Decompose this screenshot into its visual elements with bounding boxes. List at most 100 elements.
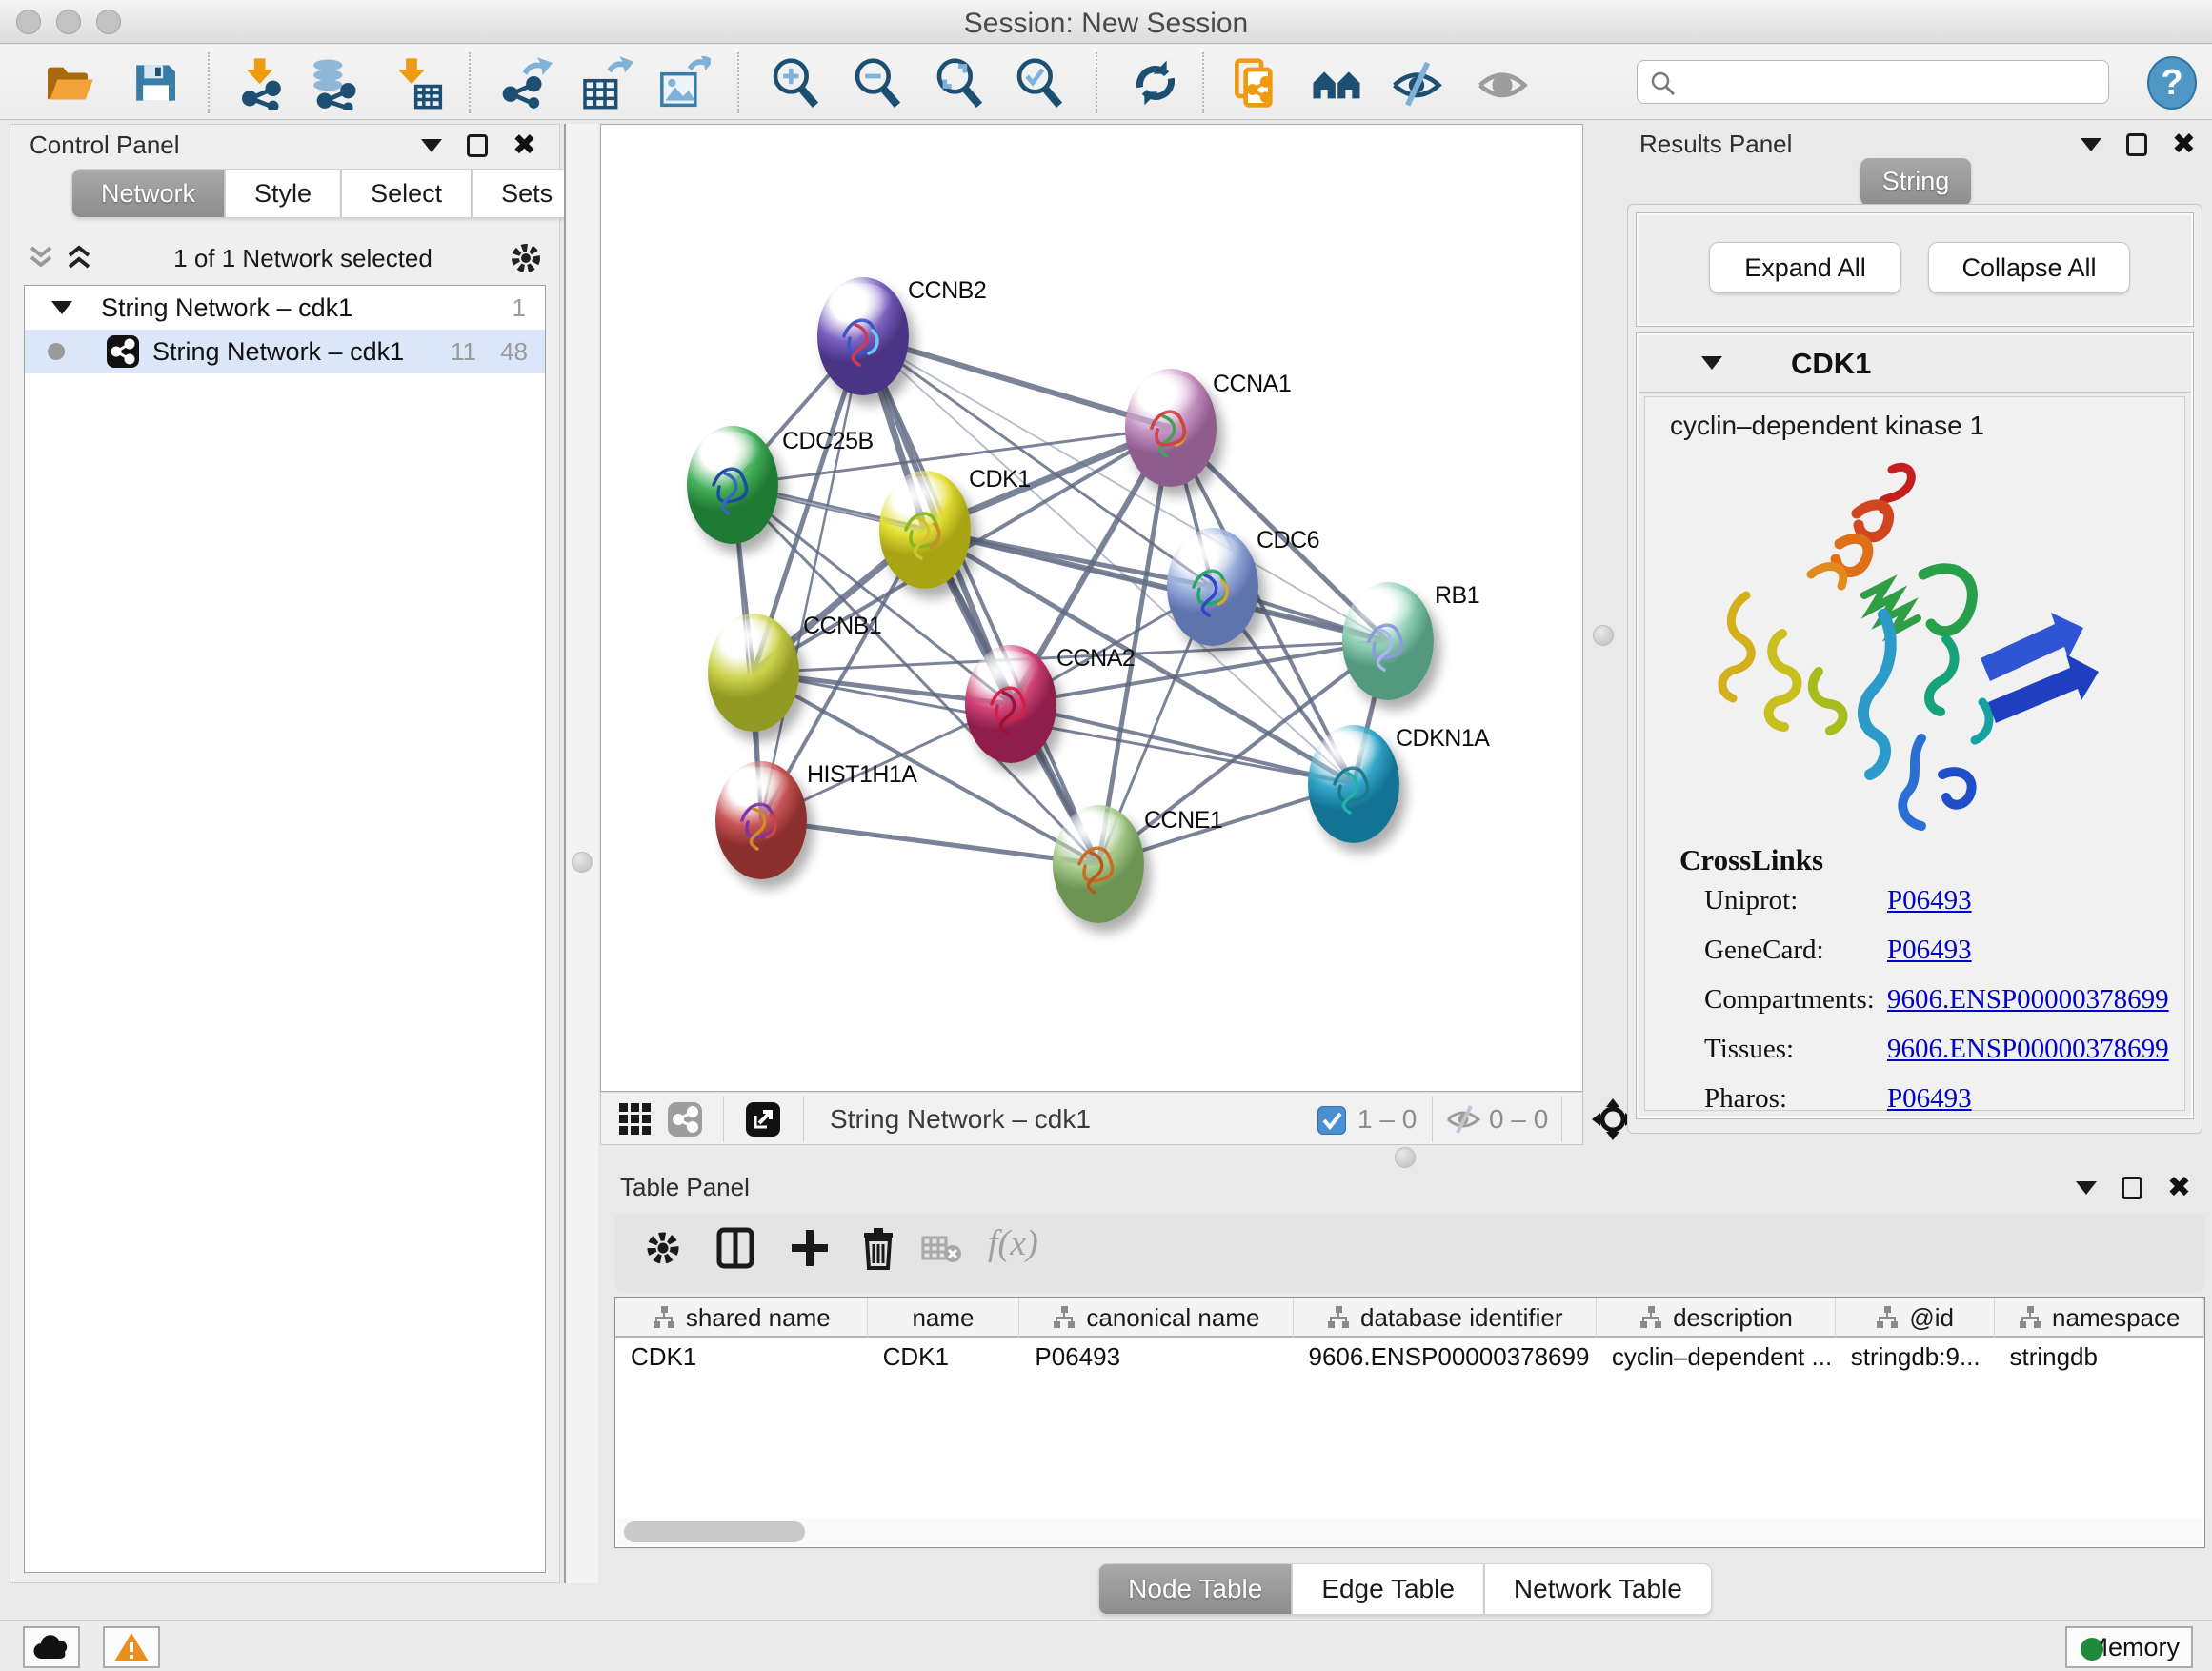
create-column-plus-icon[interactable] — [788, 1226, 832, 1275]
tab-edge-table[interactable]: Edge Table — [1292, 1563, 1484, 1615]
hide-selection-icon[interactable] — [1389, 56, 1444, 110]
column-header-shared-name[interactable]: shared name — [615, 1298, 868, 1338]
edge-CCNA2-CDKN1A[interactable] — [1011, 704, 1354, 784]
node-CDK1[interactable] — [879, 471, 971, 589]
column-header-database-identifier[interactable]: database identifier — [1294, 1298, 1598, 1338]
import-network-from-database-icon[interactable] — [305, 56, 360, 110]
protein-header[interactable]: CDK1 — [1639, 335, 2191, 393]
bottom-splitter-grip[interactable] — [1395, 1147, 1416, 1168]
scrollbar-thumb[interactable] — [624, 1521, 805, 1542]
show-all-icon[interactable] — [1475, 56, 1530, 110]
delete-column-trash-icon[interactable] — [856, 1226, 900, 1275]
memory-button[interactable]: Memory — [2065, 1626, 2193, 1668]
network-row-selected[interactable]: String Network – cdk1 11 48 — [25, 330, 545, 373]
help-button[interactable]: ? — [2147, 56, 2197, 110]
close-panel-icon[interactable]: ✖ — [2167, 1177, 2191, 1199]
show-columns-icon[interactable] — [714, 1226, 757, 1275]
collapse-protein-icon[interactable] — [1701, 356, 1722, 370]
node-CCNE1[interactable] — [1053, 805, 1144, 923]
node-CDKN1A[interactable] — [1308, 725, 1399, 843]
window-title: Session: New Session — [0, 8, 2212, 40]
import-network-from-file-icon[interactable] — [234, 56, 290, 110]
birds-eye-view-icon[interactable] — [618, 1102, 653, 1141]
crosslink-link[interactable]: 9606.ENSP00000378699 — [1887, 1034, 2169, 1065]
tab-string[interactable]: String — [1860, 158, 1971, 206]
table-settings-gear-icon[interactable] — [641, 1226, 685, 1275]
network-collection-row[interactable]: String Network – cdk1 1 — [25, 286, 545, 330]
open-file-icon[interactable] — [40, 56, 95, 110]
export-table-icon[interactable] — [577, 56, 633, 110]
network-canvas[interactable]: CCNB2CCNA1CDC25BCDK1CDC6RB1CCNB1CCNA2CDK… — [600, 124, 1583, 1092]
expand-all-tree-icon[interactable] — [62, 242, 100, 274]
float-panel-icon[interactable] — [2076, 1181, 2097, 1195]
crosslink-link[interactable]: P06493 — [1887, 1083, 1972, 1115]
zoom-fit-icon[interactable] — [932, 56, 987, 110]
network-options-gear-icon[interactable] — [506, 238, 546, 278]
cloud-status-button[interactable] — [23, 1626, 80, 1668]
left-panel-splitter[interactable] — [564, 124, 598, 1583]
warning-status-button[interactable] — [103, 1626, 160, 1668]
collection-expand-icon[interactable] — [51, 301, 72, 314]
tab-node-table[interactable]: Node Table — [1098, 1563, 1292, 1615]
tab-network[interactable]: Network — [71, 169, 225, 218]
tab-select[interactable]: Select — [341, 169, 472, 218]
node-RB1[interactable] — [1342, 582, 1434, 700]
crosslink-link[interactable]: P06493 — [1887, 885, 1972, 916]
search-input[interactable] — [1687, 65, 2097, 99]
open-in-new-window-icon[interactable] — [746, 1102, 780, 1141]
zoom-in-icon[interactable] — [768, 56, 823, 110]
node-HIST1H1A[interactable] — [715, 761, 807, 879]
maximize-panel-icon[interactable] — [467, 134, 488, 157]
maximize-panel-icon[interactable] — [2122, 1177, 2142, 1199]
string-style-icon[interactable] — [668, 1102, 702, 1141]
collapse-all-button[interactable]: Collapse All — [1928, 242, 2130, 293]
table-cell[interactable]: stringdb:9... — [1836, 1338, 1995, 1378]
close-panel-icon[interactable]: ✖ — [2172, 133, 2196, 156]
refresh-view-icon[interactable] — [1128, 56, 1183, 110]
zoom-out-icon[interactable] — [850, 56, 905, 110]
tab-network-table[interactable]: Network Table — [1484, 1563, 1712, 1615]
selected-nodes-checkbox[interactable] — [1317, 1106, 1346, 1135]
node-CDC25B[interactable] — [687, 426, 778, 544]
column-header-namespace[interactable]: namespace — [1995, 1298, 2205, 1338]
float-panel-icon[interactable] — [2081, 138, 2101, 151]
edge-CCNB2-HIST1H1A[interactable] — [761, 336, 863, 820]
node-table: shared namenamecanonical namedatabase id… — [614, 1297, 2205, 1548]
expand-all-button[interactable]: Expand All — [1709, 242, 1901, 293]
table-cell[interactable]: 9606.ENSP00000378699 — [1294, 1338, 1597, 1378]
maximize-panel-icon[interactable] — [2126, 133, 2147, 156]
node-CCNB1[interactable] — [708, 614, 799, 732]
splitter-grip[interactable] — [572, 852, 593, 873]
table-cell[interactable]: stringdb — [1994, 1338, 2204, 1378]
import-table-from-file-icon[interactable] — [391, 56, 446, 110]
float-panel-icon[interactable] — [421, 139, 442, 152]
column-header-description[interactable]: description — [1597, 1298, 1836, 1338]
node-CDC6[interactable] — [1167, 528, 1258, 646]
collapse-all-tree-icon[interactable] — [24, 242, 62, 274]
crosslink-link[interactable]: 9606.ENSP00000378699 — [1887, 984, 2169, 1016]
first-neighbors-icon[interactable] — [1309, 56, 1364, 110]
crosslink-link[interactable]: P06493 — [1887, 935, 1972, 966]
node-CCNA2[interactable] — [965, 645, 1056, 763]
node-CCNB2[interactable] — [817, 277, 909, 395]
export-image-icon[interactable] — [655, 56, 711, 110]
close-panel-icon[interactable]: ✖ — [513, 134, 536, 157]
node-CCNA1[interactable] — [1125, 369, 1217, 487]
table-row[interactable]: CDK1CDK1P064939606.ENSP00000378699cyclin… — [615, 1338, 2204, 1378]
edge-HIST1H1A-CCNE1[interactable] — [761, 820, 1098, 864]
table-cell[interactable]: CDK1 — [615, 1338, 868, 1378]
save-session-icon[interactable] — [128, 56, 183, 110]
table-cell[interactable]: CDK1 — [868, 1338, 1020, 1378]
table-cell[interactable]: P06493 — [1019, 1338, 1293, 1378]
new-network-from-selection-icon[interactable] — [1227, 56, 1282, 110]
export-network-icon[interactable] — [497, 56, 553, 110]
zoom-selected-icon[interactable] — [1012, 56, 1067, 110]
column-header-canonical-name[interactable]: canonical name — [1019, 1298, 1293, 1338]
table-cell[interactable]: cyclin–dependent ... — [1597, 1338, 1836, 1378]
right-splitter-grip[interactable] — [1593, 625, 1614, 646]
horizontal-scrollbar[interactable] — [616, 1518, 2203, 1546]
hidden-eye-slash-icon[interactable] — [1445, 1104, 1481, 1139]
column-header-name[interactable]: name — [868, 1298, 1020, 1338]
tab-style[interactable]: Style — [225, 169, 341, 218]
column-header--id[interactable]: @id — [1836, 1298, 1995, 1338]
